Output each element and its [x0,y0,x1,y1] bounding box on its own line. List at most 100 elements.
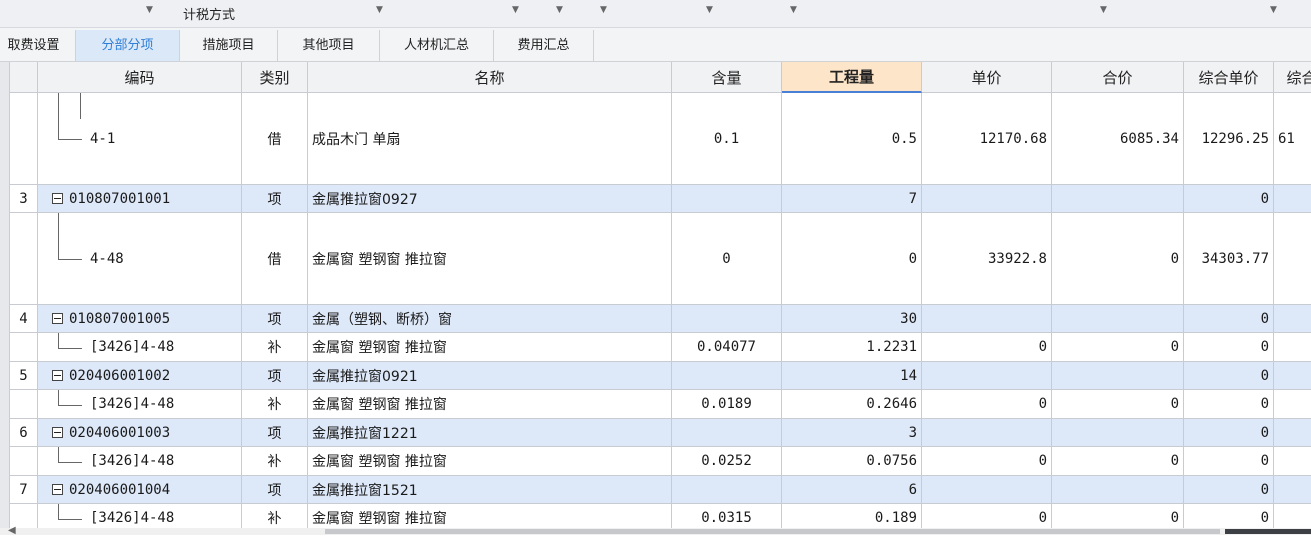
category-cell[interactable]: 项 [242,185,308,213]
column-header[interactable]: 名称 [308,62,672,93]
quantity-cell[interactable]: 0.189 [782,504,922,528]
content-cell[interactable]: 0.0189 [672,390,782,419]
column-header[interactable]: 编码 [38,62,242,93]
unit-price-cell[interactable]: 12170.68 [922,93,1052,185]
category-cell[interactable]: 项 [242,305,308,333]
composite-unit-price-cell[interactable]: 0 [1184,419,1274,447]
category-cell[interactable]: 借 [242,213,308,305]
composite-cell[interactable] [1274,362,1311,390]
total-price-cell[interactable]: 6085.34 [1052,93,1184,185]
code-cell[interactable]: 4-48 [38,213,242,305]
column-header[interactable]: 合价 [1052,62,1184,93]
quantity-cell[interactable]: 1.2231 [782,333,922,362]
tab-measure-items[interactable]: 措施项目 [180,30,278,61]
horizontal-scrollbar[interactable]: ◀ [0,525,1311,536]
composite-cell[interactable] [1274,390,1311,419]
tab-fee-summary[interactable]: 费用汇总 [494,30,594,61]
content-cell[interactable] [672,362,782,390]
column-header[interactable]: 综合 [1274,62,1311,93]
total-price-cell[interactable]: 0 [1052,504,1184,528]
tab-other-items[interactable]: 其他项目 [278,30,380,61]
content-cell[interactable]: 0 [672,213,782,305]
arrow-left-icon[interactable]: ◀ [8,525,16,536]
category-cell[interactable]: 项 [242,419,308,447]
column-header[interactable]: 类别 [242,62,308,93]
content-cell[interactable]: 0.0252 [672,447,782,476]
composite-unit-price-cell[interactable]: 0 [1184,185,1274,213]
caret-down-icon[interactable]: ▼ [146,5,153,15]
quantity-cell[interactable]: 6 [782,476,922,504]
composite-unit-price-cell[interactable]: 0 [1184,447,1274,476]
tab-labor-material-summary[interactable]: 人材机汇总 [380,30,494,61]
name-cell[interactable]: 金属推拉窗0921 [308,362,672,390]
code-cell[interactable]: 020406001002 [38,362,242,390]
composite-unit-price-cell[interactable]: 0 [1184,390,1274,419]
composite-unit-price-cell[interactable]: 12296.25 [1184,93,1274,185]
quantity-cell[interactable]: 7 [782,185,922,213]
unit-price-cell[interactable] [922,185,1052,213]
composite-cell[interactable] [1274,333,1311,362]
category-cell[interactable]: 补 [242,333,308,362]
minus-box-icon[interactable] [52,484,63,495]
caret-down-icon[interactable]: ▼ [1100,5,1107,15]
unit-price-cell[interactable]: 0 [922,447,1052,476]
code-cell[interactable]: 020406001004 [38,476,242,504]
total-price-cell[interactable] [1052,185,1184,213]
column-header[interactable]: 综合单价 [1184,62,1274,93]
caret-down-icon[interactable]: ▼ [556,5,563,15]
total-price-cell[interactable]: 0 [1052,213,1184,305]
composite-cell[interactable] [1274,185,1311,213]
composite-unit-price-cell[interactable]: 0 [1184,362,1274,390]
code-cell[interactable]: 010807001005 [38,305,242,333]
name-cell[interactable]: 金属窗 塑钢窗 推拉窗 [308,504,672,528]
category-cell[interactable]: 补 [242,390,308,419]
minus-box-icon[interactable] [52,313,63,324]
name-cell[interactable]: 金属（塑钢、断桥）窗 [308,305,672,333]
minus-box-icon[interactable] [52,427,63,438]
code-cell[interactable]: [3426]4-48 [38,447,242,476]
composite-cell[interactable] [1274,476,1311,504]
unit-price-cell[interactable]: 33922.8 [922,213,1052,305]
minus-box-icon[interactable] [52,370,63,381]
caret-down-icon[interactable]: ▼ [600,5,607,15]
column-header[interactable]: 工程量 [782,62,922,93]
column-header[interactable]: 单价 [922,62,1052,93]
category-cell[interactable]: 项 [242,476,308,504]
quantity-cell[interactable]: 0.0756 [782,447,922,476]
category-cell[interactable]: 补 [242,504,308,528]
composite-cell[interactable] [1274,305,1311,333]
unit-price-cell[interactable] [922,305,1052,333]
code-cell[interactable]: [3426]4-48 [38,333,242,362]
code-cell[interactable]: 020406001003 [38,419,242,447]
content-cell[interactable]: 0.1 [672,93,782,185]
name-cell[interactable]: 金属窗 塑钢窗 推拉窗 [308,390,672,419]
composite-unit-price-cell[interactable]: 34303.77 [1184,213,1274,305]
unit-price-cell[interactable] [922,476,1052,504]
total-price-cell[interactable]: 0 [1052,390,1184,419]
name-cell[interactable]: 金属窗 塑钢窗 推拉窗 [308,447,672,476]
scrollbar-thumb[interactable] [325,529,1220,534]
composite-cell[interactable] [1274,213,1311,305]
composite-cell[interactable]: 61 [1274,93,1311,185]
total-price-cell[interactable] [1052,305,1184,333]
caret-down-icon[interactable]: ▼ [512,5,519,15]
composite-unit-price-cell[interactable]: 0 [1184,476,1274,504]
composite-cell[interactable] [1274,504,1311,528]
content-cell[interactable] [672,476,782,504]
category-cell[interactable]: 借 [242,93,308,185]
code-cell[interactable]: 010807001001 [38,185,242,213]
content-cell[interactable] [672,419,782,447]
total-price-cell[interactable]: 0 [1052,333,1184,362]
name-cell[interactable]: 金属窗 塑钢窗 推拉窗 [308,333,672,362]
composite-unit-price-cell[interactable]: 0 [1184,504,1274,528]
composite-unit-price-cell[interactable]: 0 [1184,305,1274,333]
unit-price-cell[interactable]: 0 [922,390,1052,419]
content-cell[interactable]: 0.04077 [672,333,782,362]
caret-down-icon[interactable]: ▼ [790,5,797,15]
minus-box-icon[interactable] [52,193,63,204]
content-cell[interactable]: 0.0315 [672,504,782,528]
code-cell[interactable]: [3426]4-48 [38,504,242,528]
quantity-cell[interactable]: 0.2646 [782,390,922,419]
name-cell[interactable]: 金属推拉窗1221 [308,419,672,447]
quantity-cell[interactable]: 0.5 [782,93,922,185]
